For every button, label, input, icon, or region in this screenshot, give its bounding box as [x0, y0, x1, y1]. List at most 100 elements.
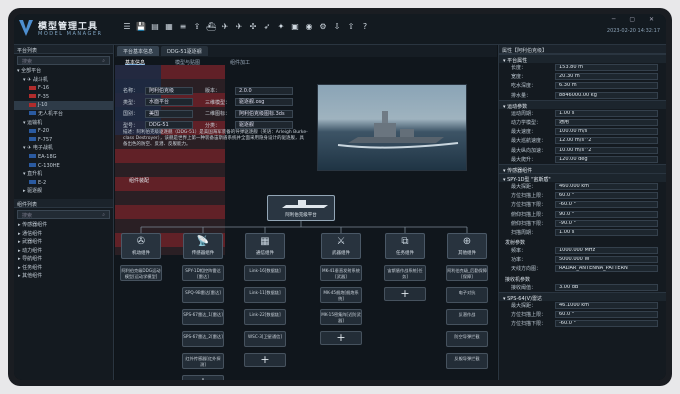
property-value[interactable]: 1000.000 MHz [555, 247, 658, 255]
module-item[interactable]: 宙斯盾作战系统[任务] [384, 265, 426, 281]
grid-icon[interactable]: ▦ [164, 22, 174, 32]
add-module-button[interactable]: + [182, 375, 224, 380]
platform-tree-item[interactable]: J-10 [14, 101, 113, 110]
category-1[interactable]: 📡 传感器组件 [183, 233, 223, 259]
form-field[interactable]: 阿利伯克级 [145, 86, 193, 95]
property-section[interactable]: ▾ 平台属性 [499, 54, 666, 64]
add-module-button[interactable]: + [320, 331, 362, 345]
download-icon[interactable]: ⇩ [332, 22, 342, 32]
component-tree-item[interactable]: ▸ 动力组件 [14, 247, 113, 256]
tab-ddg51[interactable]: DDG-51驱逐舰 [161, 46, 208, 56]
platform-tree-item[interactable]: F-757 [14, 136, 113, 145]
property-value[interactable]: 60.0 ° [555, 192, 658, 200]
property-value[interactable]: 5000.000 W [555, 256, 658, 264]
module-item[interactable]: 阿利伯克级DDG运动模型[运动学模型] [120, 265, 162, 281]
save-as-icon[interactable]: ▤ [150, 22, 160, 32]
category-0[interactable]: ✇ 机动组件 [121, 233, 161, 259]
platform-tree-item[interactable]: F-20 [14, 127, 113, 136]
property-value[interactable]: -60.0 ° [555, 320, 658, 328]
platform-tree-item[interactable]: ▾ ✈ 战斗机 [14, 76, 113, 85]
module-item[interactable]: MK-41垂直发射系统[武器] [320, 265, 362, 281]
module-item[interactable]: 反舰导弹拦截 [446, 353, 488, 369]
tab-platform-info[interactable]: 平台基本信息 [117, 46, 160, 56]
ship-icon[interactable]: ⛴ [206, 22, 216, 32]
property-section[interactable]: ▾ SPS-64(V)雷达 [499, 291, 666, 302]
module-item[interactable]: SPS-67雷达_2[雷达] [182, 331, 224, 347]
platform-tree-item[interactable]: E-2 [14, 179, 113, 188]
category-3[interactable]: ⚔ 武器组件 [321, 233, 361, 259]
aircraft-icon[interactable]: ✈ [220, 22, 230, 32]
form-field[interactable]: DDG-51 [145, 121, 193, 130]
property-section[interactable]: ▾ 传感器组件 [499, 163, 666, 174]
component-tree-item[interactable]: ▸ 任务组件 [14, 264, 113, 273]
property-value[interactable]: 46.1000 km [555, 301, 658, 309]
platform-tree-item[interactable]: ▸ 驱逐舰 [14, 187, 113, 196]
export-icon[interactable]: ⇪ [192, 22, 202, 32]
property-value[interactable]: 90.0 ° [555, 210, 658, 218]
property-section[interactable]: ▾ 运动参数 [499, 99, 666, 110]
platform-tree-item[interactable]: C-130HE [14, 162, 113, 171]
help-icon[interactable]: ? [360, 22, 370, 32]
module-item[interactable]: 电子对抗 [446, 287, 488, 303]
module-item[interactable]: SPQ-9B雷达[雷达] [182, 287, 224, 303]
platform-tree-item[interactable]: ▾ 运输机 [14, 119, 113, 128]
list-icon[interactable]: ≡ [178, 22, 188, 32]
settings-icon[interactable]: ⚙ [318, 22, 328, 32]
add-module-button[interactable]: + [384, 287, 426, 301]
category-5[interactable]: ⊕ 其他组件 [447, 233, 487, 259]
menu-icon[interactable]: ☰ [122, 22, 132, 32]
component-tree-item[interactable]: ▸ 通信组件 [14, 230, 113, 239]
platform-tree-item[interactable]: F-16 [14, 84, 113, 93]
property-value[interactable]: 60.0 ° [555, 311, 658, 319]
platform-tree-item[interactable]: ▾ 直升机 [14, 170, 113, 179]
helicopter-icon[interactable]: ✣ [248, 22, 258, 32]
form-field[interactable]: 2.0.0 [235, 86, 293, 95]
module-item[interactable]: Link-22[数据链] [244, 309, 286, 325]
component-tree-item[interactable]: ▸ 传感器组件 [14, 221, 113, 230]
property-value[interactable]: -90.0 ° [555, 219, 658, 227]
platform-node[interactable]: 阿利伯克级平台 [267, 195, 335, 221]
save-icon[interactable]: 💾 [136, 22, 146, 32]
platform-search-input[interactable]: 搜索 ⌕ [17, 56, 110, 65]
platform-tree-item[interactable]: EA-18G [14, 153, 113, 162]
component-tree-item[interactable]: ▸ 武器组件 [14, 238, 113, 247]
property-value[interactable]: 1.00 s [555, 228, 658, 236]
subtab-component[interactable]: 组件加工 [230, 59, 250, 66]
platform-tree-item[interactable]: ▾ 全部平台 [14, 67, 113, 76]
missile-icon[interactable]: ➶ [262, 22, 272, 32]
module-item[interactable]: SPS-67雷达_1[雷达] [182, 309, 224, 325]
property-value[interactable]: 6.30 m [555, 82, 658, 90]
module-item[interactable]: Link-11[数据链] [244, 287, 286, 303]
component-tree-item[interactable]: ▸ 导航组件 [14, 255, 113, 264]
window-controls[interactable]: ─ ▢ ✕ [612, 16, 660, 23]
module-item[interactable]: MK-45舰炮[舰炮系统] [320, 287, 362, 303]
module-item[interactable]: 反潜作战 [446, 309, 488, 325]
property-value[interactable]: -60.0 ° [555, 201, 658, 209]
property-value[interactable]: 120.00 deg [555, 155, 658, 163]
form-field[interactable]: 美国 [145, 109, 193, 118]
add-module-button[interactable]: + [244, 353, 286, 367]
property-value[interactable]: 153.80 m [555, 64, 658, 72]
satellite-icon[interactable]: ✦ [276, 22, 286, 32]
component-search-input[interactable]: 搜索 ⌕ [17, 209, 110, 219]
form-field[interactable]: 驱逐舰.osg [235, 98, 293, 107]
property-value[interactable]: 10.00 m/s^2 [555, 146, 658, 154]
property-value[interactable]: 8846000.00 kg [555, 91, 658, 99]
form-field[interactable]: 水面平台 [145, 98, 193, 107]
module-item[interactable]: Link-16[数据链] [244, 265, 286, 281]
module-item[interactable]: WSC-3[卫星通信] [244, 331, 286, 347]
radar-icon[interactable]: ◉ [304, 22, 314, 32]
property-value[interactable]: 3.00 dB [555, 283, 658, 291]
platform-tree-item[interactable]: F-35 [14, 93, 113, 102]
component-tree-item[interactable]: ▸ 其他组件 [14, 272, 113, 281]
module-item[interactable]: 红外传感器[红外探测] [182, 353, 224, 369]
form-field[interactable]: 阿利伯克级图标.3ds [235, 109, 293, 118]
vehicle-icon[interactable]: ▣ [290, 22, 300, 32]
module-item[interactable]: 防空导弹拦截 [446, 331, 488, 347]
property-section[interactable]: ▾ SPY-1D型 "宙斯盾" [499, 172, 666, 183]
jet-icon[interactable]: ✈ [234, 22, 244, 32]
category-2[interactable]: ▦ 通信组件 [245, 233, 285, 259]
platform-tree-item[interactable]: ▾ ✈ 电子战机 [14, 144, 113, 153]
property-value[interactable]: 20.30 m [555, 73, 658, 81]
platform-tree-item[interactable]: 无人机平台 [14, 110, 113, 119]
